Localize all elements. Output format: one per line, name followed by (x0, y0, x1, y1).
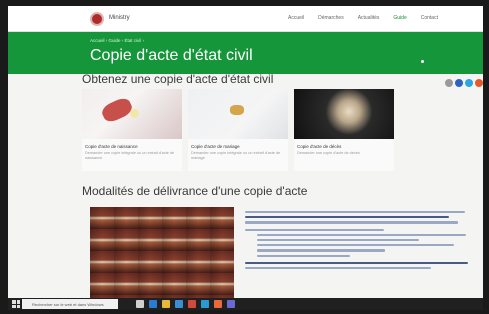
dot-icon (421, 60, 424, 63)
card-title[interactable]: Copie d'acte de décès (297, 144, 391, 149)
taskbar-icons (136, 300, 235, 308)
card-image-baby-feet (82, 89, 182, 139)
browser-screen: Ministry Accueil Démarches Actualités Gu… (8, 6, 483, 310)
page-banner: Accueil › Guide › État civil › Copie d'a… (8, 32, 483, 74)
edge-icon[interactable] (149, 300, 157, 308)
modalities-text (245, 211, 477, 272)
site-logo[interactable] (90, 12, 104, 26)
card-title[interactable]: Copie d'acte de naissance (85, 144, 179, 149)
card-title[interactable]: Copie d'acte de mariage (191, 144, 285, 149)
books-photo (90, 207, 234, 303)
app-icon[interactable] (214, 300, 222, 308)
card-description: Demander une copie intégrale ou un extra… (85, 151, 175, 160)
card-marriage-certificate[interactable]: Copie d'acte de mariage Demander une cop… (188, 89, 288, 171)
card-image-rings (188, 89, 288, 139)
card-image-statue (294, 89, 394, 139)
card-birth-certificate[interactable]: Copie d'acte de naissance Demander une c… (82, 89, 182, 171)
section-title-modalities: Modalités de délivrance d'une copie d'ac… (82, 184, 308, 198)
breadcrumb[interactable]: Accueil › Guide › État civil › (90, 38, 144, 43)
nav-item-active[interactable]: Guide (393, 15, 406, 21)
store-icon[interactable] (175, 300, 183, 308)
nav-item[interactable]: Contact (421, 15, 438, 21)
windows-start-icon[interactable] (12, 300, 20, 308)
site-name[interactable]: Ministry (109, 15, 130, 21)
windows-taskbar: Rechercher sur le web et dans Windows (8, 298, 483, 310)
task-view-icon[interactable] (136, 300, 144, 308)
card-description: Demander une copie d'acte de décès (297, 151, 360, 155)
card-description: Demander une copie intégrale ou un extra… (191, 151, 281, 160)
page-title: Copie d'acte d'état civil (90, 47, 253, 64)
section-title-obtain: Obtenez une copie d'acte d'état civil (82, 72, 274, 86)
email-icon[interactable] (475, 79, 483, 87)
chrome-icon[interactable] (188, 300, 196, 308)
share-buttons (445, 79, 483, 87)
nav-item[interactable]: Démarches (318, 15, 344, 21)
facebook-icon[interactable] (455, 79, 463, 87)
twitter-icon[interactable] (465, 79, 473, 87)
taskbar-search-input[interactable]: Rechercher sur le web et dans Windows (22, 299, 118, 309)
mail-icon[interactable] (201, 300, 209, 308)
card-death-certificate[interactable]: Copie d'acte de décès Demander une copie… (294, 89, 394, 171)
print-icon[interactable] (445, 79, 453, 87)
nav-item[interactable]: Accueil (288, 15, 304, 21)
app-icon[interactable] (227, 300, 235, 308)
site-header: Ministry Accueil Démarches Actualités Gu… (8, 6, 483, 32)
nav-item[interactable]: Actualités (358, 15, 380, 21)
folder-icon[interactable] (162, 300, 170, 308)
main-nav: Accueil Démarches Actualités Guide Conta… (288, 15, 438, 21)
